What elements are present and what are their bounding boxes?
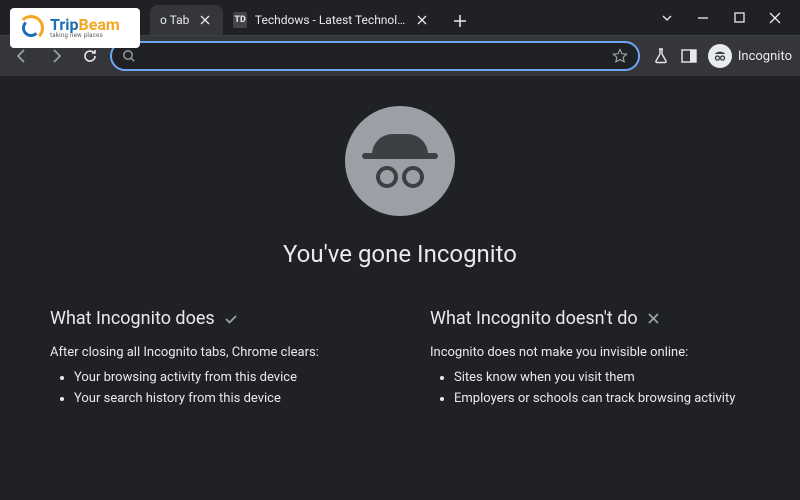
logo-tagline: taking new places [50, 33, 120, 39]
tab-incognito[interactable]: o Tab [150, 5, 223, 35]
tab-techdows[interactable]: TD Techdows - Latest Technology Ne [223, 5, 438, 35]
what-does-column: What Incognito does After closing all In… [50, 308, 370, 412]
minimize-button[interactable] [686, 4, 720, 32]
incognito-indicator[interactable]: Incognito [708, 44, 792, 68]
column-title: What Incognito does [50, 308, 215, 329]
tab-label: o Tab [160, 13, 189, 27]
incognito-hero-icon [345, 106, 455, 216]
bookmark-star-icon[interactable] [612, 48, 628, 64]
list-item: Your search history from this device [74, 391, 370, 406]
column-title: What Incognito doesn't do [430, 308, 638, 329]
column-subtitle: Incognito does not make you invisible on… [430, 345, 750, 360]
url-input[interactable] [144, 49, 604, 64]
logo-brand-text: TripBeam [50, 17, 120, 33]
favicon-icon: TD [233, 12, 247, 28]
incognito-icon [708, 44, 732, 68]
list-item: Sites know when you visit them [454, 370, 750, 385]
close-icon[interactable] [415, 12, 429, 28]
incognito-label: Incognito [738, 49, 792, 64]
omnibox[interactable] [110, 41, 640, 71]
flask-icon[interactable] [652, 47, 670, 65]
cross-icon [646, 311, 661, 326]
close-button[interactable] [758, 4, 792, 32]
new-tab-button[interactable] [446, 7, 474, 35]
check-icon [223, 311, 239, 327]
list-item: Employers or schools can track browsing … [454, 391, 750, 406]
logo-mark-icon [18, 15, 44, 41]
column-subtitle: After closing all Incognito tabs, Chrome… [50, 345, 370, 360]
side-panel-icon[interactable] [680, 47, 698, 65]
list-item: Your browsing activity from this device [74, 370, 370, 385]
page-content: You've gone Incognito What Incognito doe… [0, 76, 800, 412]
page-heading: You've gone Incognito [40, 240, 760, 268]
close-icon[interactable] [197, 12, 213, 28]
chevron-down-icon[interactable] [650, 4, 684, 32]
search-icon [122, 49, 136, 63]
maximize-button[interactable] [722, 4, 756, 32]
tripbeam-logo: TripBeam taking new places [10, 8, 140, 48]
tab-label: Techdows - Latest Technology Ne [255, 13, 407, 27]
what-doesnt-column: What Incognito doesn't do Incognito does… [430, 308, 750, 412]
